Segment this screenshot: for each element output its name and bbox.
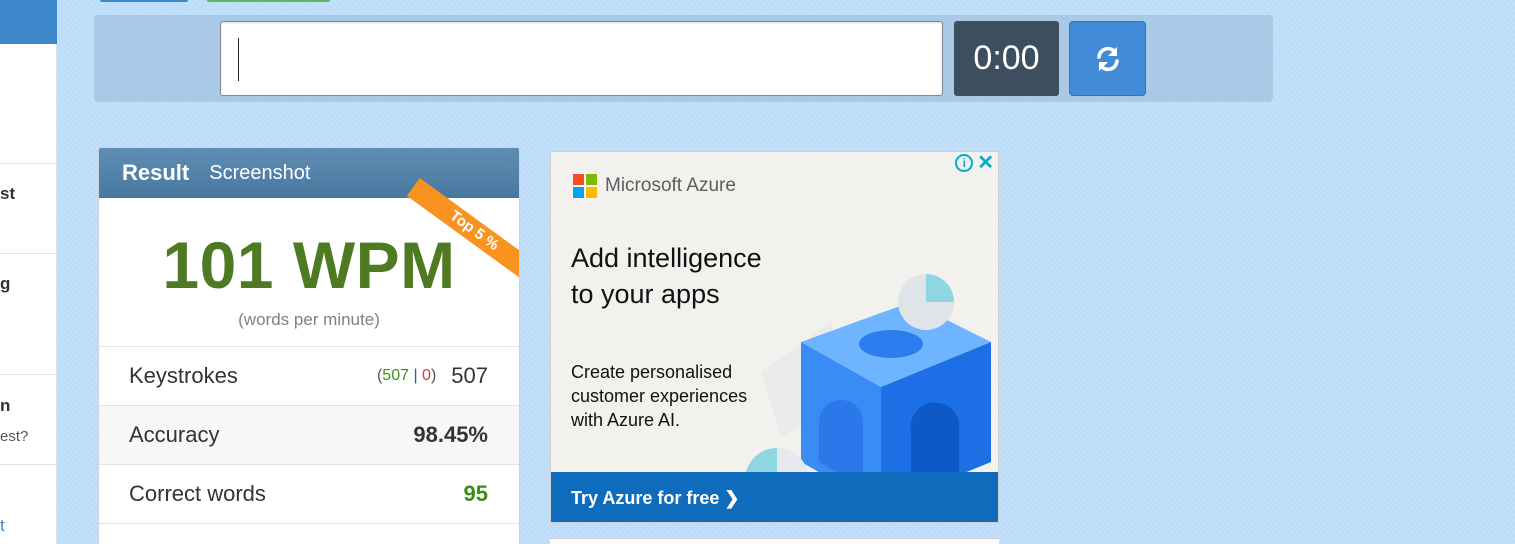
keystrokes-row: Keystrokes (507 | 0) 507 [99, 347, 519, 406]
sidebar-divider [0, 253, 57, 254]
ad-brand-name: Microsoft Azure [605, 175, 736, 196]
left-sidebar: st g n est? t [0, 0, 57, 544]
ad-body-text: Create personalised customer experiences… [571, 362, 748, 430]
logo-square [586, 187, 597, 198]
paren-close: ) [430, 367, 437, 384]
close-icon[interactable]: ✕ [977, 153, 994, 173]
microsoft-logo-icon [573, 174, 597, 198]
logo-square [586, 174, 597, 185]
second-ad-edge [550, 538, 999, 544]
accuracy-label: Accuracy [129, 422, 220, 447]
separator: | [409, 367, 423, 384]
wpm-section: Top 5 % 101 WPM (words per minute) [99, 178, 519, 347]
wpm-value: 101 WPM [162, 228, 456, 302]
sidebar-item-fragment[interactable]: st [0, 184, 15, 204]
ad-cta-button[interactable]: Try Azure for free ❯ [551, 472, 998, 522]
sidebar-divider [0, 163, 57, 164]
keystrokes-wrong: 0 [422, 367, 431, 384]
sidebar-divider [0, 464, 57, 465]
sidebar-item-fragment[interactable]: g [0, 274, 10, 294]
ad-headline: Add intelligence to your apps [571, 243, 762, 309]
sidebar-active-item[interactable] [0, 0, 57, 44]
text-caret [238, 38, 239, 81]
timer-display: 0:00 [954, 21, 1059, 96]
keystrokes-label: Keystrokes [129, 363, 238, 388]
correct-words-row: Correct words 95 [99, 465, 519, 524]
correct-words-value: 95 [463, 481, 488, 506]
result-card: Result Screenshot Top 5 % 101 WPM (words… [98, 147, 520, 544]
logo-square [573, 187, 584, 198]
keystrokes-total: 507 [451, 363, 488, 388]
wpm-caption: (words per minute) [238, 310, 380, 329]
typing-input[interactable] [220, 21, 943, 96]
refresh-icon [1096, 46, 1119, 71]
sidebar-divider [0, 374, 57, 375]
typing-panel: 0:00 [94, 15, 1273, 102]
sidebar-item-link[interactable]: t [0, 516, 5, 536]
top-button-stub[interactable] [100, 0, 188, 2]
keystrokes-correct: 507 [382, 367, 409, 384]
sidebar-item-fragment[interactable]: n [0, 396, 10, 416]
reload-button[interactable] [1069, 21, 1146, 96]
tab-screenshot[interactable]: Screenshot [209, 162, 310, 185]
advertisement[interactable]: i ✕ Microsoft Azure Add intelligence to … [550, 151, 999, 523]
info-icon[interactable]: i [955, 154, 974, 172]
accuracy-value: 98.45% [413, 422, 488, 447]
result-header: Result Screenshot [99, 148, 519, 198]
accuracy-row: Accuracy 98.45% [99, 406, 519, 465]
ad-brand: Microsoft Azure [573, 174, 736, 198]
tab-result[interactable]: Result [122, 160, 189, 186]
sidebar-item-subtext: est? [0, 428, 29, 445]
top-button-stub[interactable] [207, 0, 330, 2]
ad-controls: i ✕ [955, 153, 994, 173]
keystrokes-breakdown: (507 | 0) [377, 367, 436, 385]
correct-words-label: Correct words [129, 481, 266, 506]
logo-square [573, 174, 584, 185]
